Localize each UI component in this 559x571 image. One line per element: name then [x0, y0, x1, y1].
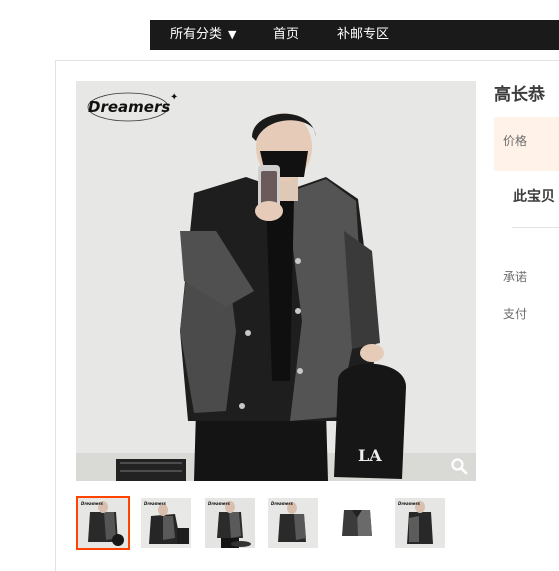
product-photo: LA Dreamers ✦ — [76, 81, 476, 481]
thumbnail-6[interactable]: Dreamers — [393, 496, 447, 550]
svg-text:✦: ✦ — [170, 92, 178, 103]
nav-shipping-supplement-label: 补邮专区 — [337, 27, 390, 42]
top-nav-bar: 所有分类 ▼ 首页 补邮专区 — [150, 20, 559, 50]
price-label: 价格 — [503, 134, 528, 148]
brand-logo: Dreamers — [88, 98, 170, 116]
svg-text:Dreamers: Dreamers — [81, 501, 104, 506]
promise-label: 承诺 — [503, 270, 528, 284]
content-frame-left-border — [55, 60, 56, 571]
svg-text:Dreamers: Dreamers — [398, 501, 421, 506]
thumbnail-2[interactable]: Dreamers — [139, 496, 193, 550]
thumbnail-3[interactable]: Dreamers — [203, 496, 257, 550]
svg-text:Dreamers: Dreamers — [208, 501, 231, 506]
nav-home-label: 首页 — [273, 27, 300, 42]
nav-shipping-supplement[interactable]: 补邮专区 — [337, 20, 389, 50]
content-frame-top-border — [55, 60, 559, 61]
svg-text:Dreamers: Dreamers — [144, 501, 167, 506]
unavailable-notice: 此宝贝 — [513, 189, 555, 205]
info-divider — [512, 227, 559, 228]
thumbnail-5[interactable] — [330, 496, 384, 550]
thumbnail-1[interactable]: Dreamers — [76, 496, 130, 550]
nav-all-categories[interactable]: 所有分类 ▼ — [170, 20, 236, 50]
magnifier-icon[interactable] — [450, 457, 468, 475]
svg-text:Dreamers: Dreamers — [271, 501, 294, 506]
caret-down-icon: ▼ — [228, 28, 237, 41]
svg-text:LA: LA — [358, 446, 382, 465]
nav-home[interactable]: 首页 — [273, 20, 299, 50]
product-title: 高长恭 — [494, 85, 545, 105]
price-panel: 价格 — [494, 117, 559, 171]
payment-label: 支付 — [503, 307, 528, 321]
nav-all-categories-label: 所有分类 — [170, 27, 223, 42]
thumbnail-4[interactable]: Dreamers — [266, 496, 320, 550]
product-page: 所有分类 ▼ 首页 补邮专区 LA Dreamers ✦ Dreamers Dr… — [0, 0, 559, 571]
main-product-image[interactable]: LA Dreamers ✦ — [76, 81, 476, 481]
